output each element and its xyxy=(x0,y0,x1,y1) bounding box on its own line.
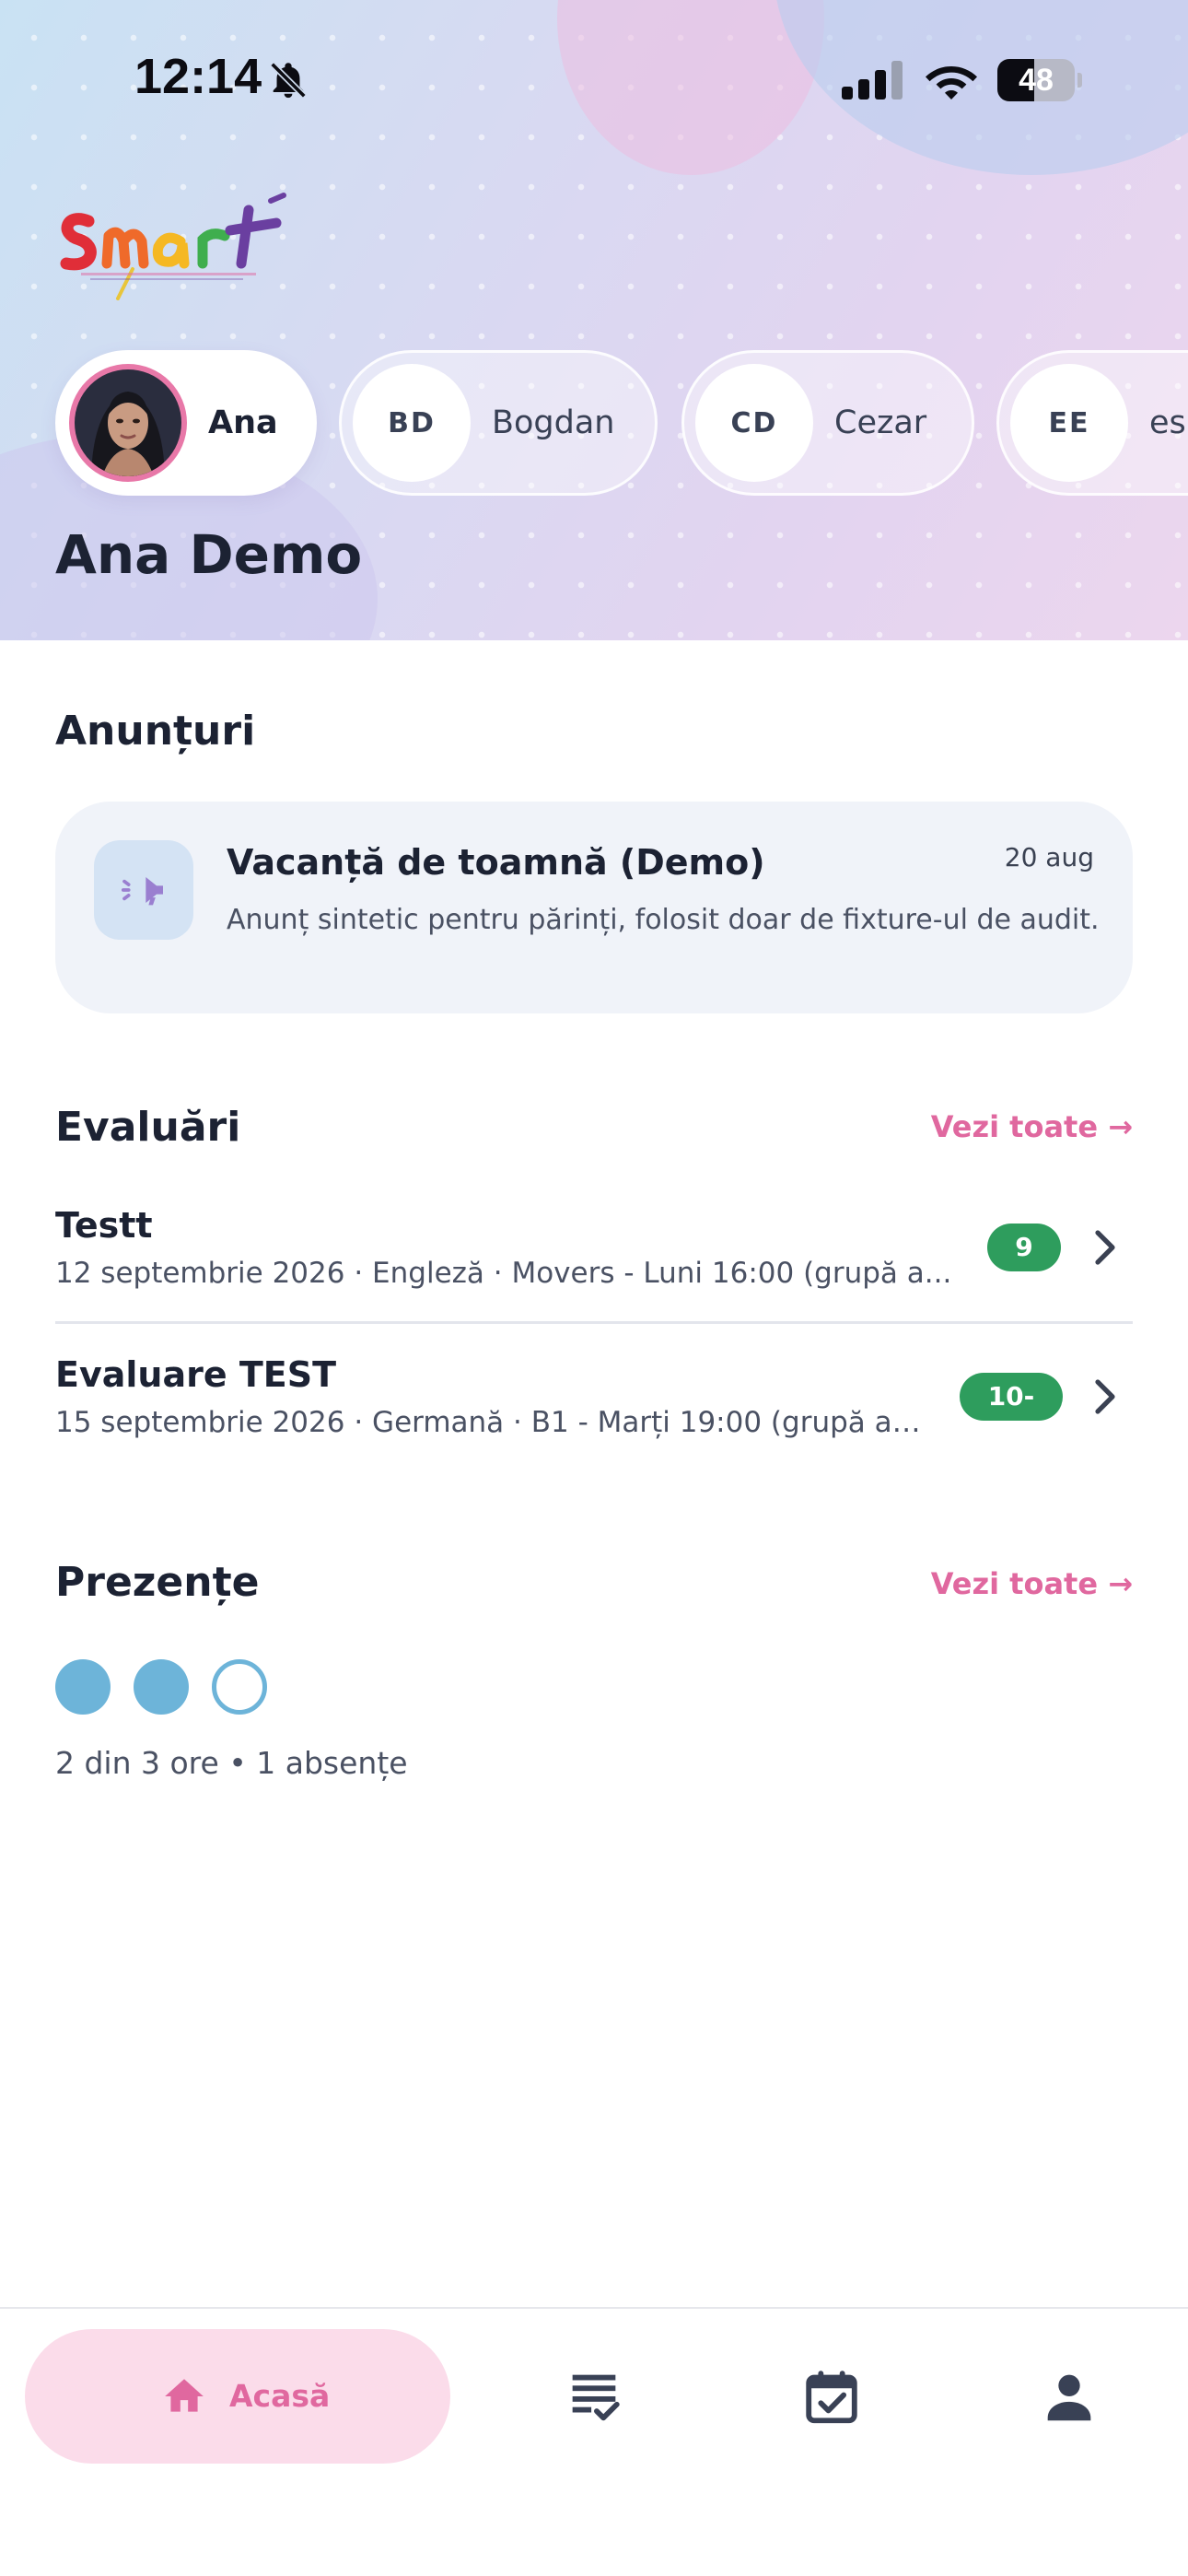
evaluation-title: Evaluare TEST xyxy=(55,1354,337,1395)
grade-badge: 10- xyxy=(960,1373,1063,1421)
child-pill-cezar[interactable]: CD Cezar xyxy=(681,350,974,496)
avatar-initials: EE xyxy=(1010,364,1128,482)
chevron-right-icon xyxy=(1095,1230,1115,1265)
cellular-signal-icon xyxy=(842,61,903,100)
announcement-card[interactable]: Vacanță de toamnă (Demo) 20 aug Anunț si… xyxy=(55,802,1133,1013)
attendance-title: Prezențe xyxy=(55,1559,260,1606)
student-name: Ana Demo xyxy=(55,523,363,586)
evaluation-title: Testt xyxy=(55,1205,153,1246)
child-name: es xyxy=(1149,404,1186,441)
evaluation-subtitle: 12 septembrie 2026 · Engleză · Movers - … xyxy=(55,1257,952,1290)
profile-icon xyxy=(1047,2374,1091,2421)
evaluation-row[interactable]: Testt 12 septembrie 2026 · Engleză · Mov… xyxy=(55,1205,1133,1352)
battery-cap xyxy=(1077,73,1082,88)
profile-header: 12:14 48 Ana BD Bogdan CD Cezar EE es An… xyxy=(0,0,1188,640)
avatar-initials: CD xyxy=(695,364,813,482)
evaluation-row[interactable]: Evaluare TEST 15 septembrie 2026 · Germa… xyxy=(55,1354,1133,1502)
bell-slash-icon xyxy=(270,62,307,99)
child-pill-ana[interactable]: Ana xyxy=(55,350,317,496)
nav-profile-tab[interactable] xyxy=(1037,2364,1101,2429)
nav-grades-tab[interactable] xyxy=(562,2364,626,2429)
child-pill-bogdan[interactable]: BD Bogdan xyxy=(339,350,658,496)
evaluations-see-all-link[interactable]: Vezi toate → xyxy=(931,1109,1133,1144)
home-icon xyxy=(165,2379,204,2412)
avatar-photo xyxy=(75,369,181,476)
row-divider xyxy=(55,1321,1133,1324)
wifi-icon xyxy=(926,66,977,100)
attendance-summary: 2 din 3 ore • 1 absențe xyxy=(55,1745,408,1781)
child-pill-es[interactable]: EE es xyxy=(996,350,1188,496)
child-name: Ana xyxy=(208,404,278,441)
child-selector: Ana BD Bogdan CD Cezar EE es xyxy=(55,350,1188,496)
avatar xyxy=(69,364,187,482)
attendance-dot-present xyxy=(134,1659,189,1715)
announcement-title: Vacanță de toamnă (Demo) xyxy=(227,842,765,883)
announcements-title: Anunțuri xyxy=(55,708,256,755)
battery-indicator: 48 xyxy=(997,59,1082,101)
avatar-initials: BD xyxy=(353,364,471,482)
child-name: Bogdan xyxy=(492,404,615,441)
grades-list-icon xyxy=(572,2374,620,2421)
nav-home-label: Acasă xyxy=(229,2378,331,2414)
child-name: Cezar xyxy=(834,404,927,441)
smart-academy-logo xyxy=(60,193,286,300)
megaphone-icon xyxy=(94,840,193,940)
status-time: 12:14 xyxy=(134,49,262,104)
attendance-see-all-link[interactable]: Vezi toate → xyxy=(931,1566,1133,1601)
grade-badge: 9 xyxy=(987,1224,1061,1271)
status-bar: 12:14 48 xyxy=(0,0,1188,161)
bottom-navigation: Acasă xyxy=(0,2307,1188,2576)
battery-percent: 48 xyxy=(1019,63,1054,98)
evaluations-title: Evaluări xyxy=(55,1104,241,1151)
calendar-check-icon xyxy=(806,2371,857,2424)
battery-body: 48 xyxy=(997,59,1075,101)
evaluation-subtitle: 15 septembrie 2026 · Germană · B1 - Marț… xyxy=(55,1406,930,1439)
nav-calendar-tab[interactable] xyxy=(799,2364,864,2429)
announcement-body: Anunț sintetic pentru părinți, folosit d… xyxy=(227,904,1100,936)
nav-home-tab[interactable]: Acasă xyxy=(25,2329,450,2464)
attendance-dot-absent xyxy=(212,1659,267,1715)
chevron-right-icon xyxy=(1095,1379,1115,1414)
announcement-date: 20 aug xyxy=(1004,842,1094,872)
attendance-dot-present xyxy=(55,1659,111,1715)
